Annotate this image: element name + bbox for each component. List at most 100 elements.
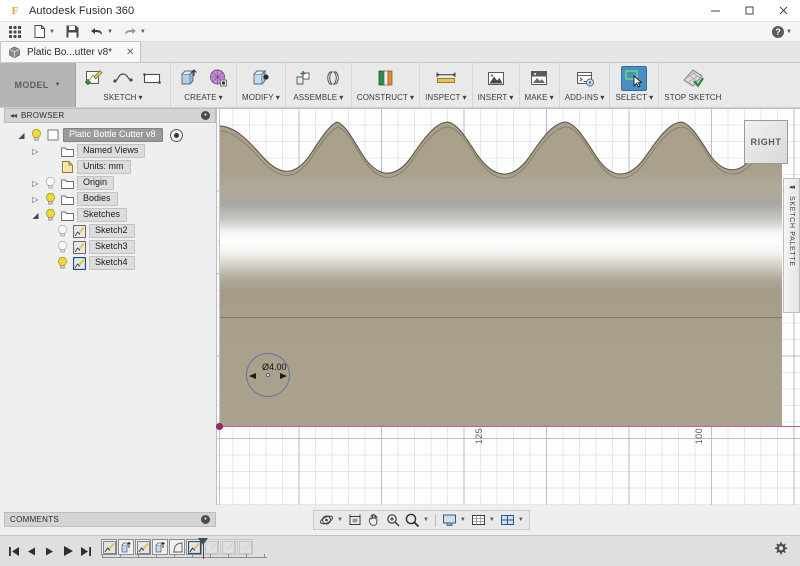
twisty-collapsed-icon[interactable]: ▷ <box>30 179 41 188</box>
joint-icon[interactable] <box>320 66 346 91</box>
ribbon-group-make: MAKE ▾ <box>520 63 560 107</box>
new-sketch-icon[interactable] <box>81 66 107 91</box>
twisty-collapsed-icon[interactable]: ▷ <box>30 195 41 204</box>
visibility-bulb-off-icon[interactable] <box>56 241 69 253</box>
measure-icon[interactable] <box>433 66 459 91</box>
timeline-feature-sketch-2[interactable] <box>135 539 151 555</box>
app-grid-button[interactable] <box>4 22 25 42</box>
spline-icon[interactable] <box>110 66 136 91</box>
new-file-button[interactable]: ▼ <box>29 22 58 42</box>
step-back-button[interactable] <box>25 544 38 558</box>
panel-options-icon[interactable]: • <box>201 515 210 524</box>
tree-item-bodies[interactable]: ▷ Bodies <box>4 191 216 207</box>
timeline-feature-ghost-3[interactable] <box>237 539 253 555</box>
document-tab[interactable]: Platic Bo...utter v8* ✕ <box>0 41 141 62</box>
stop-sketch-icon[interactable] <box>680 66 706 91</box>
timeline-feature-sketch-1[interactable] <box>101 539 117 555</box>
browser-tree: ◢ Platic Bottle Cutter v8 ▷ Named Views <box>4 123 216 271</box>
ribbon-group-sketch: SKETCH ▾ <box>76 63 171 107</box>
label-text: ADD-INS <box>565 93 599 102</box>
tree-item-sketches[interactable]: ◢ Sketches <box>4 207 216 223</box>
close-icon[interactable]: ✕ <box>118 47 134 58</box>
save-button[interactable] <box>62 22 83 42</box>
ribbon-group-make-label[interactable]: MAKE ▾ <box>525 93 554 102</box>
undo-button[interactable]: ▼ <box>87 22 116 42</box>
mesh-sphere-icon[interactable] <box>205 66 231 91</box>
press-pull-icon[interactable] <box>248 66 274 91</box>
visibility-bulb-icon[interactable] <box>44 193 57 205</box>
visibility-bulb-off-icon[interactable] <box>44 177 57 189</box>
comments-panel-header[interactable]: COMMENTS • <box>4 512 216 527</box>
close-button[interactable] <box>766 0 800 22</box>
orbit-button[interactable]: ▼ <box>317 512 345 528</box>
activate-component-radio[interactable] <box>170 129 183 142</box>
grid-tick-label-2: 100 <box>694 428 704 444</box>
dimension-value[interactable]: Ø4.00 <box>262 362 287 372</box>
ribbon-group-create-label[interactable]: CREATE ▾ <box>184 93 223 102</box>
timeline-settings-gear-icon[interactable] <box>773 541 788 561</box>
fit-button[interactable]: ▼ <box>403 512 431 528</box>
ribbon-group-addins-label[interactable]: ADD-INS ▾ <box>565 93 605 102</box>
twisty-expanded-icon[interactable]: ◢ <box>16 131 27 140</box>
minimize-button[interactable] <box>698 0 732 22</box>
twisty-expanded-icon[interactable]: ◢ <box>30 211 41 220</box>
viewports-button[interactable]: ▼ <box>498 512 526 528</box>
zoom-button[interactable] <box>384 512 402 528</box>
ribbon-group-sketch-label[interactable]: SKETCH ▾ <box>103 93 142 102</box>
twisty-collapsed-icon[interactable]: ▷ <box>30 147 41 156</box>
tree-item-sketch3[interactable]: Sketch3 <box>4 239 216 255</box>
extrude-icon[interactable] <box>176 66 202 91</box>
panel-options-icon[interactable]: • <box>201 111 210 120</box>
ribbon-group-select-label[interactable]: SELECT ▾ <box>615 93 653 102</box>
ribbon-group-insert-label[interactable]: INSERT ▾ <box>478 93 514 102</box>
sketch-palette-tab[interactable]: ◂◂ SKETCH PALETTE <box>783 178 800 313</box>
step-forward-button[interactable] <box>43 544 56 558</box>
grid-apps-icon <box>7 25 22 39</box>
ribbon-group-assemble-label[interactable]: ASSEMBLE ▾ <box>293 93 343 102</box>
look-at-button[interactable] <box>346 512 364 528</box>
pan-button[interactable] <box>365 512 383 528</box>
go-to-end-button[interactable] <box>79 544 92 558</box>
play-button[interactable] <box>61 544 74 558</box>
offset-plane-icon[interactable] <box>372 66 398 91</box>
visibility-bulb-icon[interactable] <box>44 209 57 221</box>
ribbon-group-stop-sketch-label[interactable]: STOP SKETCH <box>664 93 721 102</box>
tree-item-named-views[interactable]: ▷ Named Views <box>4 143 216 159</box>
3d-print-icon[interactable] <box>526 66 552 91</box>
tree-item-sketch4[interactable]: Sketch4 <box>4 255 216 271</box>
visibility-bulb-icon[interactable] <box>56 257 69 269</box>
viewport-canvas[interactable]: Ø4.00 125 100 RIGHT ◂◂ SKETCH PALETTE <box>216 108 800 505</box>
ribbon-group-construct-label[interactable]: CONSTRUCT ▾ <box>357 93 414 102</box>
visibility-bulb-icon[interactable] <box>30 129 43 141</box>
tree-item-sketch2[interactable]: Sketch2 <box>4 223 216 239</box>
maximize-button[interactable] <box>732 0 766 22</box>
display-settings-button[interactable]: ▼ <box>440 512 468 528</box>
ribbon-group-modify-label[interactable]: MODIFY ▾ <box>242 93 280 102</box>
timeline-feature-extrude-2[interactable] <box>152 539 168 555</box>
tree-item-origin[interactable]: ▷ Origin <box>4 175 216 191</box>
collapse-left-icon[interactable]: ◂◂ <box>10 111 16 120</box>
timeline-feature-ghost-2[interactable] <box>220 539 236 555</box>
new-component-icon[interactable] <box>291 66 317 91</box>
redo-button[interactable]: ▼ <box>120 22 149 42</box>
workspace-selector[interactable]: MODEL ▼ <box>0 63 76 107</box>
scalloped-cylinder-body[interactable] <box>216 108 800 505</box>
rectangle-icon[interactable] <box>139 66 165 91</box>
select-cursor-icon[interactable] <box>621 66 647 91</box>
go-to-beginning-button[interactable] <box>7 544 20 558</box>
timeline-feature-revolve[interactable] <box>169 539 185 555</box>
timeline-track[interactable] <box>101 538 253 564</box>
scripts-addins-icon[interactable] <box>572 66 598 91</box>
visibility-bulb-off-icon[interactable] <box>56 225 69 237</box>
view-cube[interactable]: RIGHT <box>744 120 788 164</box>
insert-image-icon[interactable] <box>483 66 509 91</box>
help-menu[interactable]: ? ▼ <box>772 26 792 38</box>
diameter-dimension[interactable]: Ø4.00 <box>246 353 290 397</box>
origin-point[interactable] <box>216 423 223 430</box>
grid-snaps-button[interactable]: ▼ <box>469 512 497 528</box>
tree-item-units[interactable]: Units: mm <box>4 159 216 175</box>
ribbon-group-inspect-label[interactable]: INSPECT ▾ <box>425 93 467 102</box>
ribbon-group-modify-tools <box>248 65 274 91</box>
timeline-feature-extrude-1[interactable] <box>118 539 134 555</box>
tree-item-component[interactable]: ◢ Platic Bottle Cutter v8 <box>4 127 216 143</box>
